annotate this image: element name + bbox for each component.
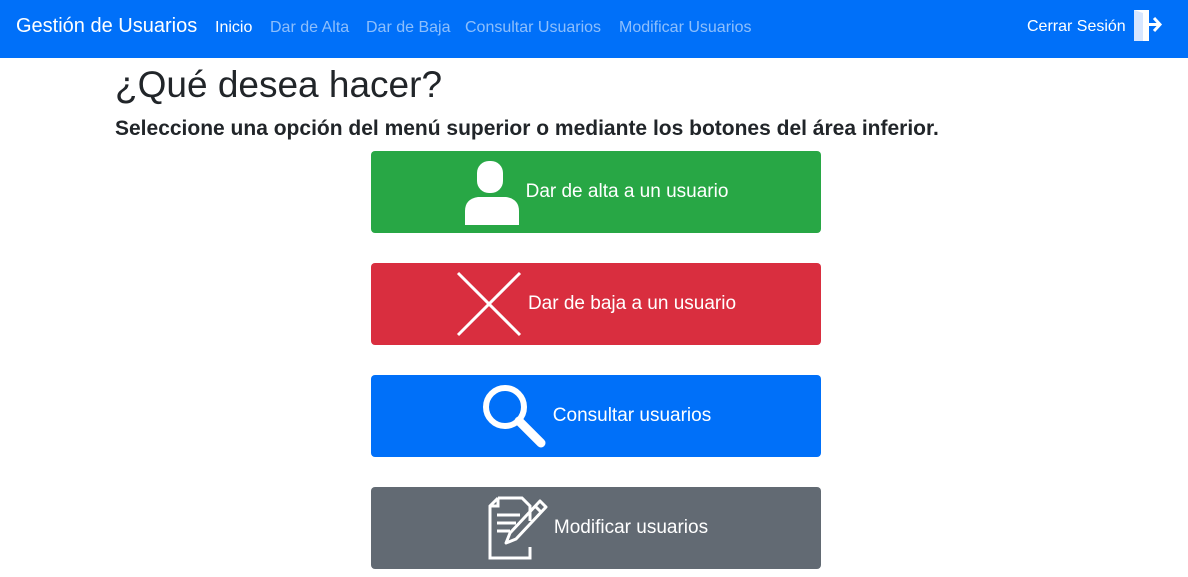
logout-label: Cerrar Sesión <box>1027 18 1126 35</box>
edit-users-button[interactable]: Modificar usuarios <box>371 487 821 569</box>
nav-link-dar-de-alta[interactable]: Dar de Alta <box>270 19 349 37</box>
nav-link-modificar-usuarios[interactable]: Modificar Usuarios <box>619 19 751 37</box>
x-cross-icon <box>456 271 522 337</box>
remove-user-label: Dar de baja a un usuario <box>527 293 737 314</box>
nav-link-dar-de-baja[interactable]: Dar de Baja <box>366 19 451 37</box>
search-users-button[interactable]: Consultar usuarios <box>371 375 821 457</box>
search-users-label: Consultar usuarios <box>552 405 712 426</box>
magnifier-icon <box>481 383 547 449</box>
page-title: ¿Qué desea hacer? <box>115 64 443 105</box>
edit-document-icon <box>484 495 548 561</box>
nav-link-consultar-usuarios[interactable]: Consultar Usuarios <box>465 19 601 37</box>
edit-users-label: Modificar usuarios <box>553 517 709 538</box>
remove-user-button[interactable]: Dar de baja a un usuario <box>371 263 821 345</box>
add-user-button[interactable]: Dar de alta a un usuario <box>371 151 821 233</box>
page-subtitle: Seleccione una opción del menú superior … <box>115 117 939 140</box>
nav-link-inicio[interactable]: Inicio <box>215 19 252 37</box>
top-navbar: Gestión de Usuarios Inicio Dar de Alta D… <box>0 0 1188 58</box>
user-icon <box>464 159 520 225</box>
logout-button[interactable]: Cerrar Sesión <box>1027 9 1164 45</box>
logout-door-icon <box>1130 7 1164 48</box>
add-user-label: Dar de alta a un usuario <box>525 181 729 202</box>
navbar-brand[interactable]: Gestión de Usuarios <box>16 15 197 38</box>
